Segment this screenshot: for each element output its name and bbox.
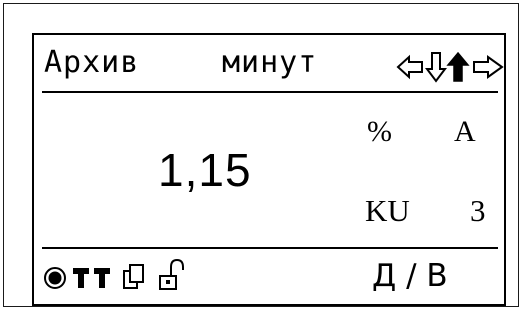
arrow-left-outline-icon[interactable] [396, 54, 423, 80]
screen-title-archive: Архив [44, 45, 140, 80]
header-divider [42, 91, 498, 93]
unlocked-padlock-icon [159, 258, 184, 290]
unit-A: A [454, 115, 476, 148]
arrow-down-outline-icon[interactable] [425, 52, 447, 83]
signal-bar-icon [73, 268, 89, 288]
footer-divider [42, 247, 498, 249]
lcd-display: Архив минут 1,15 % A KU 3 Д / В [32, 33, 506, 306]
ku-value: 3 [470, 193, 486, 228]
signal-bar-icon [94, 268, 110, 288]
unit-percent: % [367, 115, 392, 148]
navigation-arrows [396, 51, 504, 83]
device-frame: Архив минут 1,15 % A KU 3 Д / В [3, 3, 519, 307]
mode-label: Д / В [372, 258, 448, 294]
record-dot-icon [44, 267, 66, 289]
ku-label: KU [365, 193, 410, 228]
measured-value: 1,15 [158, 144, 252, 196]
screen-title-minutes: минут [222, 45, 318, 80]
copy-pages-icon [123, 264, 144, 289]
status-icons [44, 258, 184, 290]
arrow-right-outline-icon[interactable] [473, 55, 504, 79]
arrow-up-filled-icon[interactable] [446, 51, 470, 82]
